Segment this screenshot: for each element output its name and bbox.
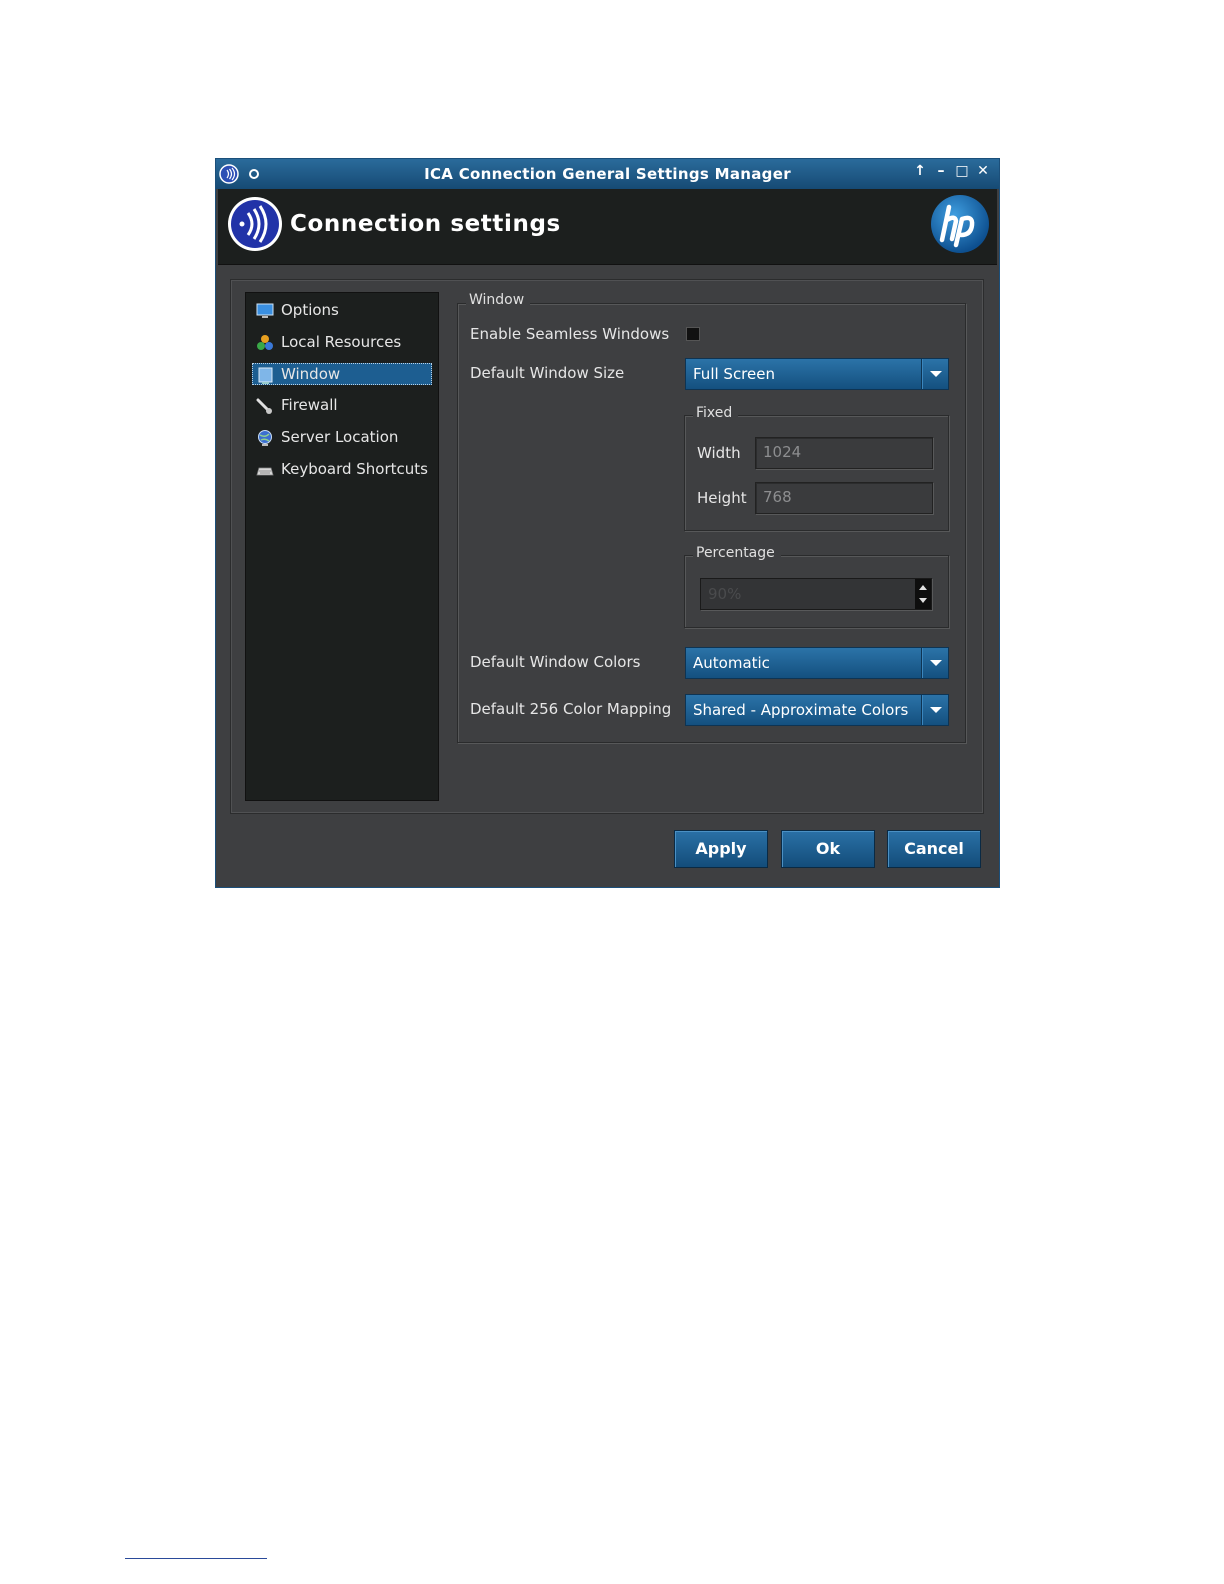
window-colors-select[interactable]: Automatic (685, 647, 949, 679)
window-icon (258, 367, 273, 384)
title-bar[interactable]: ICA Connection General Settings Manager … (216, 159, 999, 189)
sidebar-item-window[interactable]: Window (252, 363, 432, 385)
sidebar-item-label: Window (281, 365, 341, 383)
percentage-group-title: Percentage (693, 545, 781, 561)
fixed-group-title: Fixed (693, 405, 739, 421)
apply-button[interactable]: Apply (674, 830, 768, 868)
chevron-down-icon[interactable] (921, 648, 948, 678)
sidebar-item-label: Firewall (281, 396, 338, 414)
shade-button[interactable]: ↑ (912, 163, 928, 179)
settings-window: ICA Connection General Settings Manager … (215, 158, 1000, 888)
color-mapping-label: Default 256 Color Mapping (470, 700, 672, 718)
sidebar-item-server-location[interactable]: Server Location (252, 426, 432, 448)
monitor-icon (256, 303, 274, 318)
keyboard-icon (256, 467, 274, 476)
hp-logo-icon (931, 195, 989, 253)
firewall-icon (256, 398, 272, 414)
sidebar-item-keyboard-shortcuts[interactable]: Keyboard Shortcuts (252, 458, 432, 480)
window-size-value: Full Screen (693, 365, 775, 383)
window-colors-value: Automatic (693, 654, 770, 672)
page-title: Connection settings (290, 211, 561, 237)
chevron-down-icon[interactable] (921, 695, 948, 725)
stepper-arrows-icon[interactable] (915, 579, 931, 609)
sidebar-item-local-resources[interactable]: Local Resources (252, 331, 432, 353)
window-size-select[interactable]: Full Screen (685, 358, 949, 390)
minimize-button[interactable]: – (933, 163, 949, 179)
sidebar-item-label: Keyboard Shortcuts (281, 460, 428, 478)
citrix-logo-icon (228, 197, 282, 251)
header-banner: Connection settings (218, 189, 997, 265)
window-size-label: Default Window Size (470, 364, 625, 382)
sidebar-item-label: Options (281, 301, 339, 319)
window-group-title: Window (466, 292, 531, 308)
sidebar-item-options[interactable]: Options (252, 299, 432, 321)
sidebar-item-firewall[interactable]: Firewall (252, 394, 432, 416)
color-mapping-value: Shared - Approximate Colors (693, 701, 909, 719)
footnote-divider (125, 1558, 267, 1559)
height-label: Height (697, 489, 747, 507)
sidebar-item-label: Local Resources (281, 333, 402, 351)
width-label: Width (697, 444, 741, 462)
height-field[interactable]: 768 (755, 482, 933, 514)
ok-button[interactable]: Ok (781, 830, 875, 868)
sidebar-item-label: Server Location (281, 428, 399, 446)
resources-icon (257, 335, 273, 350)
maximize-button[interactable]: □ (954, 163, 970, 179)
percentage-stepper[interactable]: 90% (700, 578, 932, 610)
percentage-value: 90% (708, 585, 742, 603)
window-title: ICA Connection General Settings Manager (424, 165, 791, 183)
width-field[interactable]: 1024 (755, 437, 933, 469)
color-mapping-select[interactable]: Shared - Approximate Colors (685, 694, 949, 726)
globe-icon (258, 430, 272, 446)
seamless-windows-checkbox[interactable] (686, 327, 700, 341)
chevron-down-icon[interactable] (921, 359, 948, 389)
seamless-windows-label: Enable Seamless Windows (470, 325, 670, 343)
window-colors-label: Default Window Colors (470, 653, 641, 671)
cancel-button[interactable]: Cancel (887, 830, 981, 868)
sidebar: Options Local Resources Window Firewall (245, 292, 439, 801)
close-button[interactable]: ✕ (975, 163, 991, 179)
